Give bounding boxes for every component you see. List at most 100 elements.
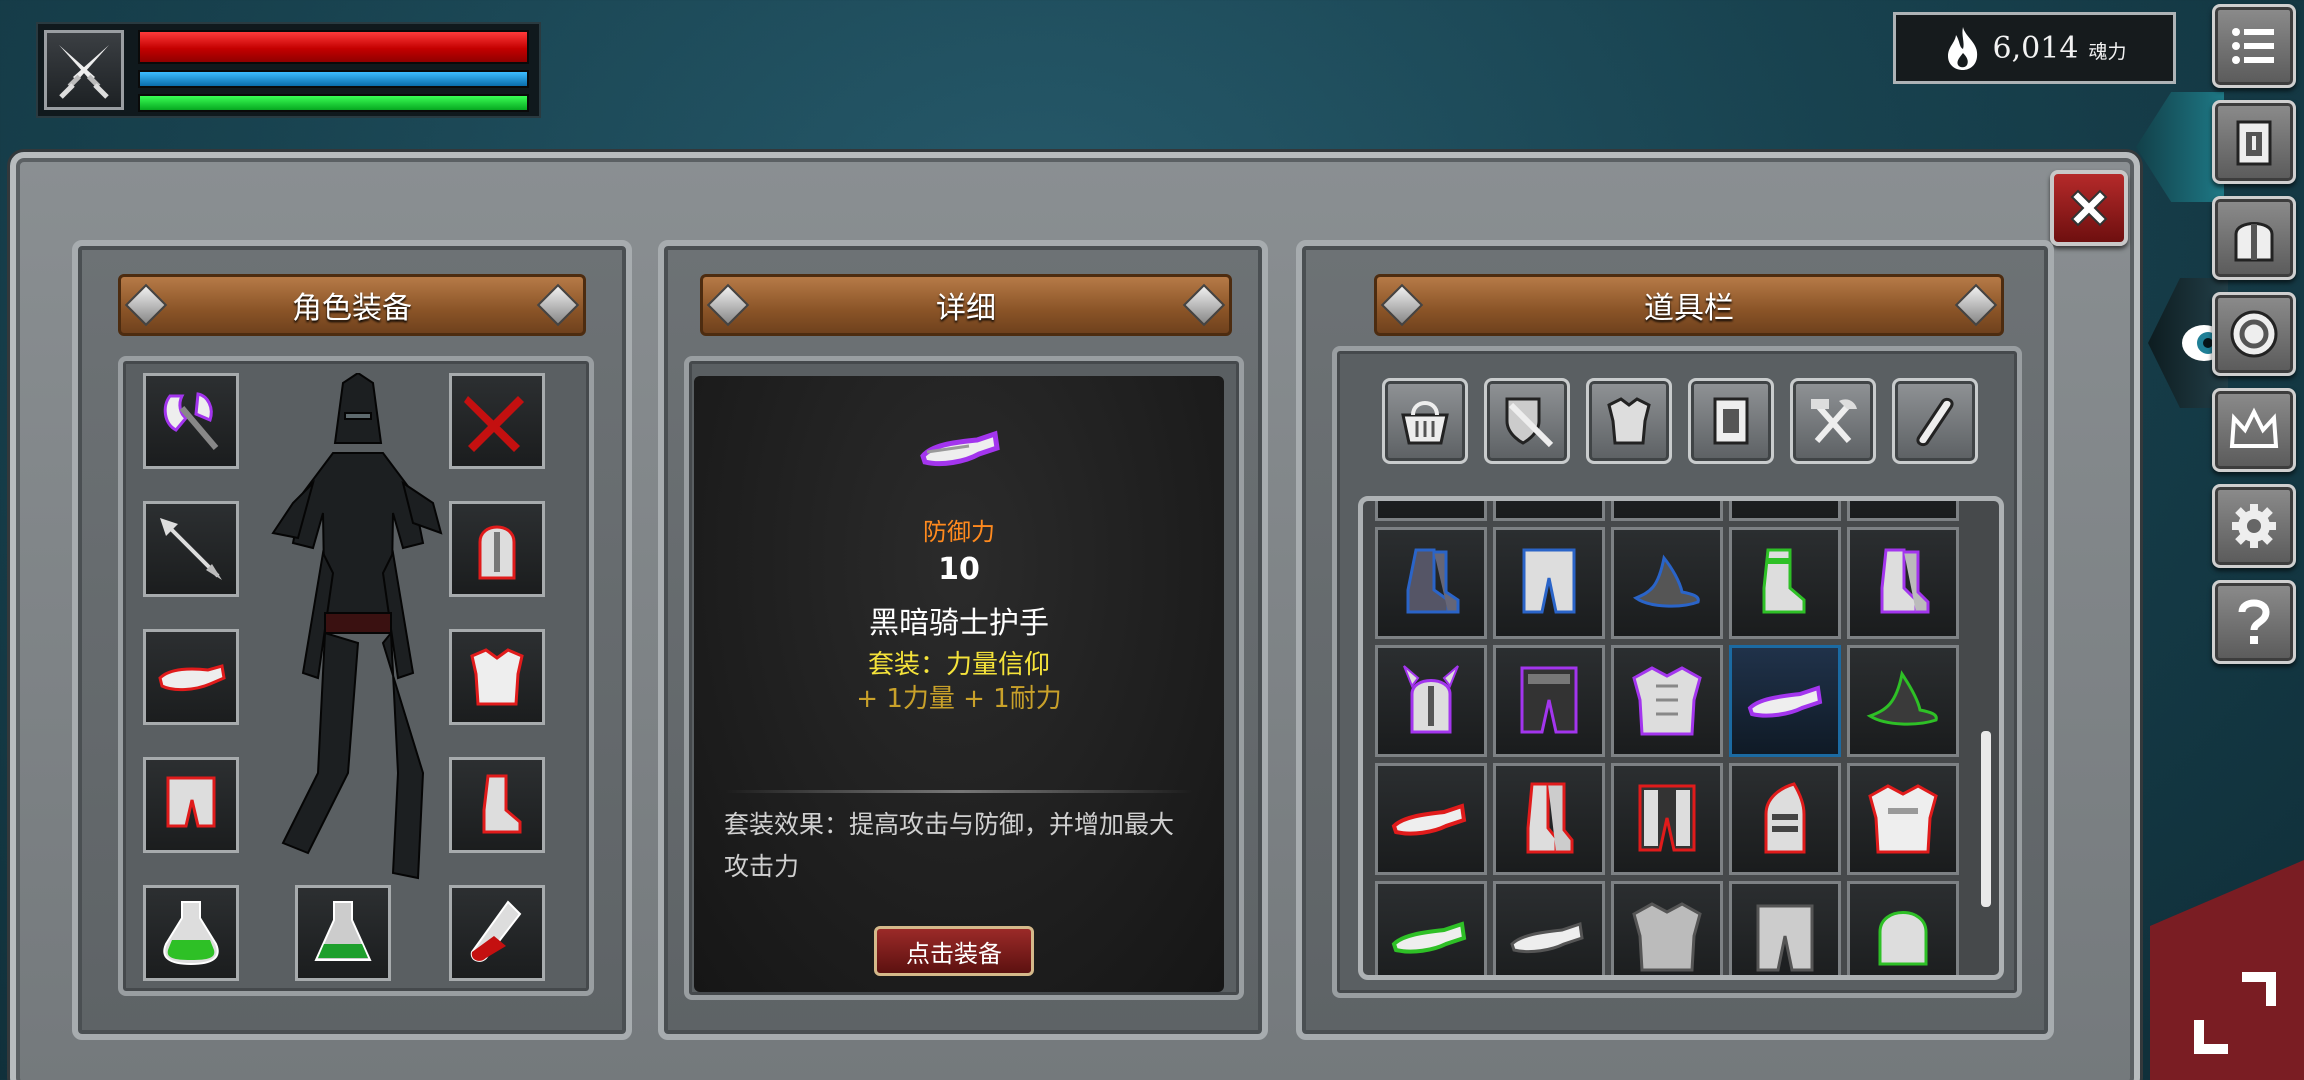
- slot-weapon[interactable]: [143, 373, 239, 469]
- crossed-swords-icon[interactable]: [44, 30, 124, 110]
- inventory-slot[interactable]: [1847, 501, 1959, 521]
- slot-potion-3[interactable]: [449, 885, 545, 981]
- filter-accessories[interactable]: [1688, 378, 1774, 464]
- equipment-panel: 角色装备: [72, 240, 632, 1040]
- inventory-slot[interactable]: [1847, 645, 1959, 757]
- armor-icon: [2236, 120, 2272, 166]
- filter-weapons[interactable]: [1484, 378, 1570, 464]
- gauntlet-icon: [158, 664, 226, 692]
- inventory-grid[interactable]: [1358, 496, 2004, 980]
- boots-icon: [1406, 548, 1460, 614]
- horned-helmet-icon: [1403, 665, 1459, 734]
- inventory-slot[interactable]: [1493, 763, 1605, 875]
- soul-power-counter: 6,014 魂力: [1893, 12, 2176, 84]
- inventory-slot[interactable]: [1729, 501, 1841, 521]
- inventory-title: 道具栏: [1644, 291, 1734, 326]
- leg-armor-icon: [1638, 784, 1696, 852]
- set-bonus: + 1力量 + 1耐力: [856, 684, 1062, 714]
- armor-set-icon: [1607, 397, 1651, 445]
- inventory-slot[interactable]: [1375, 763, 1487, 875]
- crown-button[interactable]: [2212, 388, 2296, 472]
- attribute-label: 防御力: [923, 518, 995, 546]
- attribute-value: 10: [938, 552, 980, 587]
- inventory-slot[interactable]: [1611, 645, 1723, 757]
- inventory-slot[interactable]: [1847, 881, 1959, 975]
- inventory-slot[interactable]: [1611, 501, 1723, 521]
- inventory-slot[interactable]: [1493, 527, 1605, 639]
- filter-armor[interactable]: [1586, 378, 1672, 464]
- menu-button[interactable]: [2212, 4, 2296, 88]
- inventory-slot[interactable]: [1729, 881, 1841, 975]
- settings-button[interactable]: [2212, 484, 2296, 568]
- battle-axe-icon: [163, 392, 219, 450]
- inventory-slot[interactable]: [1375, 645, 1487, 757]
- leg-armor-icon: [166, 776, 216, 828]
- inventory-slot[interactable]: [1493, 881, 1605, 975]
- inventory-slot[interactable]: [1729, 527, 1841, 639]
- inventory-slot[interactable]: [1611, 881, 1723, 975]
- close-icon: [2070, 189, 2108, 227]
- helmet-icon: [478, 525, 516, 580]
- armor-button[interactable]: [2212, 100, 2296, 184]
- slot-boots[interactable]: [449, 757, 545, 853]
- amulet-icon: [2230, 310, 2278, 358]
- inventory-slot-selected[interactable]: [1729, 645, 1841, 757]
- inventory-scrollbar[interactable]: [1981, 731, 1991, 907]
- soul-power-unit: 魂力: [2088, 40, 2127, 63]
- basket-icon: [1401, 401, 1449, 445]
- slot-potion-1[interactable]: [143, 885, 239, 981]
- crown-icon: [2229, 407, 2279, 448]
- vial-icon: [470, 900, 522, 962]
- player-status-bars: [36, 22, 541, 118]
- inventory-slot[interactable]: [1375, 501, 1487, 521]
- armor-icon: [1713, 397, 1749, 445]
- mana-bar: [138, 70, 529, 88]
- close-button[interactable]: [2050, 170, 2128, 246]
- detail-panel: 详细 防御力 10 黑暗骑士护手 套装：力量信仰 + 1力量 + 1耐力 套装效…: [658, 240, 1268, 1040]
- boots-icon: [1880, 548, 1930, 614]
- inventory-slot[interactable]: [1611, 763, 1723, 875]
- inventory-slot[interactable]: [1611, 527, 1723, 639]
- leg-armor-icon: [1520, 666, 1578, 734]
- slot-ammo[interactable]: [143, 501, 239, 597]
- stamina-fill: [140, 96, 527, 110]
- slot-chest[interactable]: [449, 629, 545, 725]
- wizard-hat-icon: [1632, 554, 1700, 608]
- set-name: 套装：力量信仰: [867, 650, 1050, 680]
- hammer-pick-icon: [1811, 399, 1857, 443]
- inventory-slot[interactable]: [1847, 527, 1959, 639]
- help-button[interactable]: [2212, 580, 2296, 664]
- inventory-slot[interactable]: [1493, 645, 1605, 757]
- slot-potion-2[interactable]: [295, 885, 391, 981]
- item-name: 黑暗骑士护手: [869, 606, 1049, 641]
- divider: [724, 790, 1194, 793]
- filter-crafting[interactable]: [1790, 378, 1876, 464]
- filter-all[interactable]: [1382, 378, 1468, 464]
- chest-armor-icon: [470, 648, 524, 706]
- stamina-bar: [138, 94, 529, 112]
- slot-gloves[interactable]: [143, 629, 239, 725]
- running-man-tab[interactable]: [2136, 92, 2224, 202]
- character-model: [271, 373, 443, 880]
- inventory-slot[interactable]: [1729, 763, 1841, 875]
- arrow-icon: [160, 518, 222, 580]
- inventory-slot[interactable]: [1375, 881, 1487, 975]
- inventory-slot[interactable]: [1847, 763, 1959, 875]
- inventory-title-plank: 道具栏: [1374, 274, 2004, 336]
- soul-power-value: 6,014: [1992, 30, 2079, 66]
- equip-button[interactable]: 点击装备: [874, 926, 1034, 976]
- gauntlet-icon: [1391, 803, 1467, 836]
- slot-head[interactable]: [449, 501, 545, 597]
- leg-armor-icon: [1756, 904, 1814, 972]
- helmet-button[interactable]: [2212, 196, 2296, 280]
- filter-scrolls[interactable]: [1892, 378, 1978, 464]
- wizard-hat-icon: [1866, 670, 1938, 726]
- inventory-slot[interactable]: [1375, 527, 1487, 639]
- inventory-slot[interactable]: [1493, 501, 1605, 521]
- fullscreen-icon[interactable]: [2190, 968, 2280, 1058]
- slot-legs[interactable]: [143, 757, 239, 853]
- leg-armor-icon: [1522, 548, 1576, 614]
- slot-offhand[interactable]: [449, 373, 545, 469]
- flask-icon: [314, 901, 372, 961]
- amulet-button[interactable]: [2212, 292, 2296, 376]
